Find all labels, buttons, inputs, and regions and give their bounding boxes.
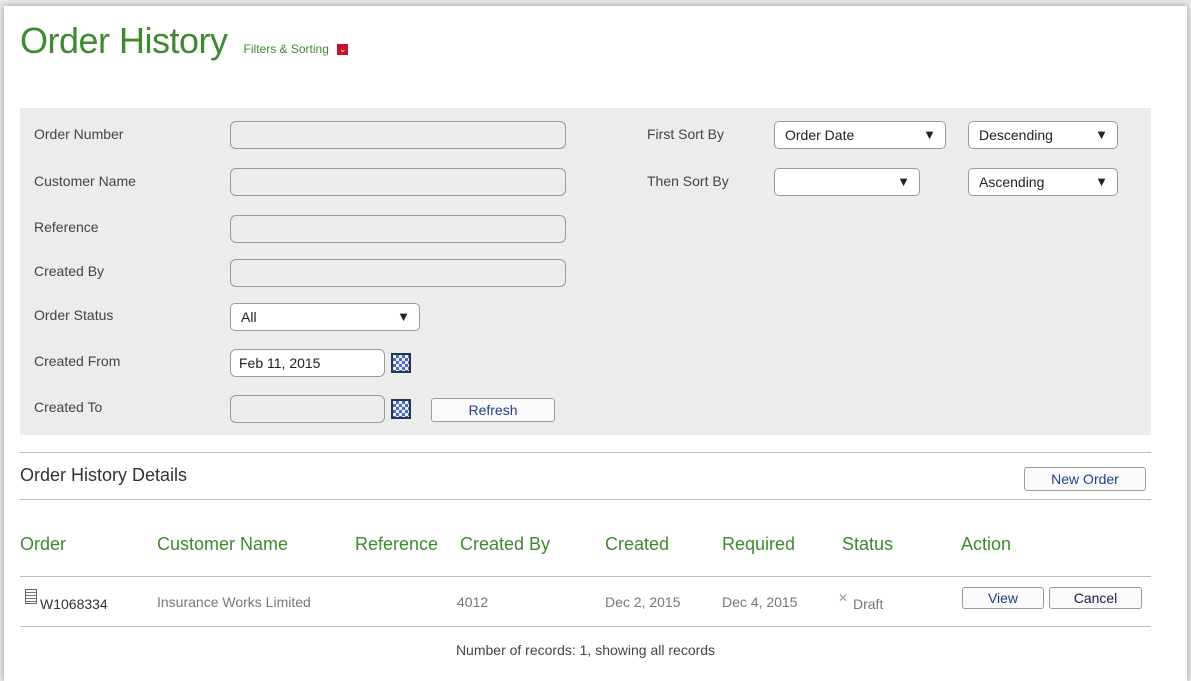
order-status-label: Order Status [34, 307, 114, 323]
then-sort-direction-select[interactable]: Ascending ▼ [968, 168, 1118, 196]
header: Order History Filters & Sorting ⌄ [20, 20, 349, 62]
column-header-required[interactable]: Required [722, 534, 795, 555]
column-header-reference[interactable]: Reference [355, 534, 438, 555]
new-order-button[interactable]: New Order [1024, 467, 1146, 491]
dropdown-arrow-icon: ▼ [1095, 174, 1108, 189]
order-number-label: Order Number [34, 126, 124, 142]
created-from-input[interactable]: Feb 11, 2015 [230, 349, 385, 377]
cancel-button[interactable]: Cancel [1049, 587, 1142, 609]
divider [20, 499, 1151, 500]
customer-name-cell: Insurance Works Limited [157, 594, 311, 610]
column-header-order[interactable]: Order [20, 534, 66, 555]
document-icon [25, 589, 37, 604]
created-by-label: Created By [34, 263, 105, 279]
first-sort-direction-select[interactable]: Descending ▼ [968, 121, 1118, 149]
first-sort-field-select[interactable]: Order Date ▼ [774, 121, 946, 149]
filters-sorting-label: Filters & Sorting [243, 42, 329, 56]
customer-name-input[interactable] [230, 168, 566, 196]
divider [20, 626, 1151, 627]
column-header-status[interactable]: Status [842, 534, 893, 555]
created-from-label: Created From [34, 353, 121, 369]
dropdown-arrow-icon: ▼ [923, 127, 936, 142]
created-to-label: Created To [34, 399, 103, 415]
details-title: Order History Details [20, 465, 188, 485]
dropdown-arrow-icon: ▼ [897, 174, 910, 189]
divider [20, 576, 1151, 577]
status-cell: Draft [853, 596, 884, 612]
created-by-cell: 4012 [457, 594, 489, 610]
order-number-input[interactable] [230, 121, 566, 149]
divider [20, 452, 1151, 453]
records-count: Number of records: 1, showing all record… [455, 642, 716, 658]
created-cell: Dec 2, 2015 [605, 594, 681, 610]
view-button[interactable]: View [962, 587, 1044, 609]
column-header-created[interactable]: Created [605, 534, 669, 555]
first-sort-label: First Sort By [647, 126, 725, 142]
reference-label: Reference [34, 219, 99, 235]
reference-input[interactable] [230, 215, 566, 243]
order-number-cell[interactable]: W1068334 [40, 596, 108, 612]
column-header-customer-name[interactable]: Customer Name [157, 534, 288, 555]
then-sort-label: Then Sort By [647, 173, 729, 189]
refresh-button[interactable]: Refresh [431, 398, 555, 422]
calendar-icon[interactable] [391, 353, 411, 373]
created-to-input[interactable] [230, 395, 385, 423]
first-sort-direction-value: Descending [979, 127, 1053, 143]
order-status-value: All [241, 309, 257, 325]
page-title: Order History [20, 20, 228, 61]
dropdown-arrow-icon: ▼ [397, 309, 410, 324]
filters-sorting-link[interactable]: Filters & Sorting ⌄ [244, 42, 349, 56]
created-by-input[interactable] [230, 259, 566, 287]
then-sort-direction-value: Ascending [979, 174, 1045, 190]
then-sort-field-select[interactable]: ▼ [774, 168, 920, 196]
filters-panel: Order Number Customer Name Reference Cre… [20, 108, 1151, 435]
column-header-created-by[interactable]: Created By [460, 534, 550, 555]
required-cell: Dec 4, 2015 [722, 594, 798, 610]
first-sort-field-value: Order Date [785, 127, 855, 143]
dropdown-arrow-icon: ▼ [1095, 127, 1108, 142]
order-status-select[interactable]: All ▼ [230, 303, 420, 331]
chevron-down-icon[interactable]: ⌄ [337, 44, 349, 56]
order-history-page: Order History Filters & Sorting ⌄ Order … [4, 6, 1187, 681]
customer-name-label: Customer Name [34, 173, 136, 189]
column-header-action: Action [961, 534, 1012, 554]
calendar-icon[interactable] [391, 399, 411, 419]
close-icon: ✕ [838, 591, 849, 605]
